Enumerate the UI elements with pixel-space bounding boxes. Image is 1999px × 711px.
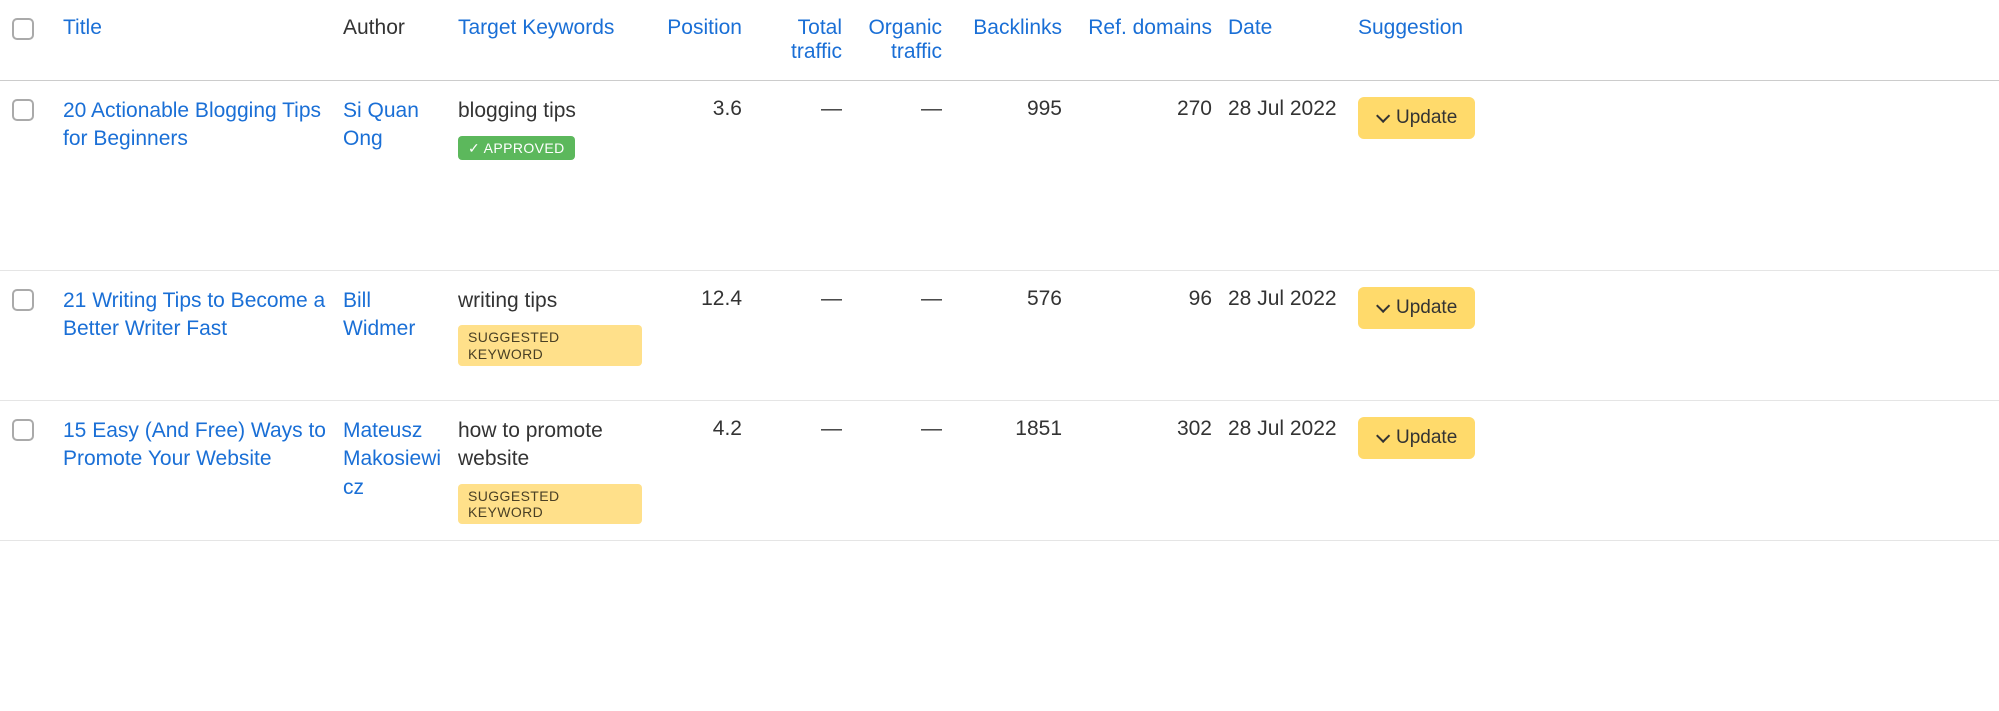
table-row: 20 Actionable Blogging Tips for Beginner… (0, 81, 1999, 271)
update-button[interactable]: Update (1358, 97, 1475, 139)
position-value: 12.4 (701, 287, 742, 310)
total-traffic-value: — (821, 97, 842, 120)
chevron-down-icon (1376, 429, 1390, 443)
total-traffic-value: — (821, 287, 842, 310)
row-checkbox[interactable] (12, 99, 34, 121)
keyword-text: writing tips (458, 287, 642, 315)
ref-domains-value: 270 (1177, 97, 1212, 120)
col-suggestion[interactable]: Suggestion (1350, 16, 1505, 40)
organic-traffic-value: — (921, 287, 942, 310)
date-value: 28 Jul 2022 (1228, 287, 1337, 310)
title-link[interactable]: 21 Writing Tips to Become a Better Write… (63, 287, 327, 344)
author-link[interactable]: Bill Widmer (343, 287, 442, 344)
col-author: Author (335, 16, 450, 40)
keyword-text: blogging tips (458, 97, 642, 125)
backlinks-value: 995 (1027, 97, 1062, 120)
update-button-label: Update (1396, 297, 1457, 319)
table-row: 21 Writing Tips to Become a Better Write… (0, 271, 1999, 401)
title-link[interactable]: 20 Actionable Blogging Tips for Beginner… (63, 97, 327, 154)
table-row: 15 Easy (And Free) Ways to Promote Your … (0, 401, 1999, 541)
update-button[interactable]: Update (1358, 287, 1475, 329)
col-position[interactable]: Position (650, 16, 750, 40)
ref-domains-value: 96 (1189, 287, 1212, 310)
backlinks-value: 576 (1027, 287, 1062, 310)
row-checkbox[interactable] (12, 289, 34, 311)
update-button-label: Update (1396, 107, 1457, 129)
backlinks-value: 1851 (1015, 417, 1062, 440)
badge-suggested-keyword: SUGGESTED KEYWORD (458, 325, 642, 366)
position-value: 3.6 (713, 97, 742, 120)
update-button-label: Update (1396, 427, 1457, 449)
organic-traffic-value: — (921, 97, 942, 120)
total-traffic-value: — (821, 417, 842, 440)
select-all-checkbox[interactable] (12, 18, 34, 40)
organic-traffic-value: — (921, 417, 942, 440)
update-button[interactable]: Update (1358, 417, 1475, 459)
date-value: 28 Jul 2022 (1228, 417, 1337, 440)
col-ref-domains[interactable]: Ref. domains (1070, 16, 1220, 40)
badge-approved: APPROVED (458, 136, 575, 160)
col-total-traffic[interactable]: Total traffic (750, 16, 850, 64)
badge-suggested-keyword: SUGGESTED KEYWORD (458, 484, 642, 525)
col-date[interactable]: Date (1220, 16, 1350, 40)
ref-domains-value: 302 (1177, 417, 1212, 440)
chevron-down-icon (1376, 299, 1390, 313)
col-target-keywords[interactable]: Target Keywords (450, 16, 650, 40)
title-link[interactable]: 15 Easy (And Free) Ways to Promote Your … (63, 417, 327, 474)
col-backlinks[interactable]: Backlinks (950, 16, 1070, 40)
date-value: 28 Jul 2022 (1228, 97, 1337, 120)
col-title[interactable]: Title (55, 16, 335, 40)
author-link[interactable]: Mateusz Makosiewicz (343, 417, 442, 502)
row-checkbox[interactable] (12, 419, 34, 441)
keyword-text: how to promote website (458, 417, 642, 474)
chevron-down-icon (1376, 109, 1390, 123)
content-table: Title Author Target Keywords Position To… (0, 0, 1999, 541)
position-value: 4.2 (713, 417, 742, 440)
table-header-row: Title Author Target Keywords Position To… (0, 0, 1999, 81)
author-link[interactable]: Si Quan Ong (343, 97, 442, 154)
col-organic-traffic[interactable]: Organic traffic (850, 16, 950, 64)
